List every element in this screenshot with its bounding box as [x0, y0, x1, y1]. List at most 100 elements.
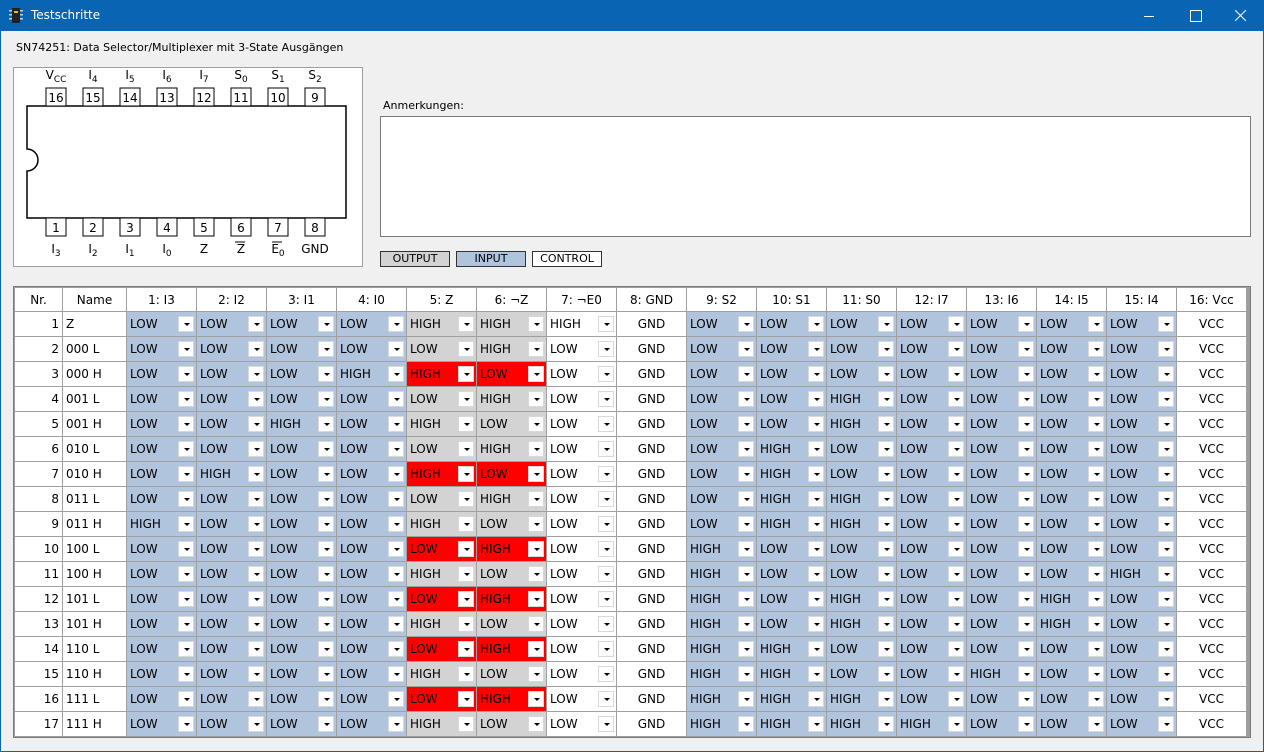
level-dropdown[interactable]: LOW [266, 711, 337, 737]
dropdown-arrow-icon[interactable] [878, 641, 894, 657]
level-dropdown[interactable]: LOW [966, 386, 1037, 412]
level-dropdown[interactable]: LOW [546, 661, 617, 687]
level-dropdown[interactable]: LOW [406, 336, 477, 362]
level-dropdown[interactable]: HIGH [406, 661, 477, 687]
level-dropdown[interactable]: HIGH [476, 536, 547, 562]
level-dropdown[interactable]: HIGH [266, 411, 337, 437]
level-dropdown[interactable]: HIGH [756, 436, 827, 462]
level-dropdown[interactable]: HIGH [686, 536, 757, 562]
row-name[interactable]: 000 L [62, 336, 127, 362]
dropdown-arrow-icon[interactable] [458, 441, 474, 457]
level-dropdown[interactable]: LOW [476, 361, 547, 387]
level-dropdown[interactable]: LOW [266, 536, 337, 562]
dropdown-arrow-icon[interactable] [948, 316, 964, 332]
dropdown-arrow-icon[interactable] [318, 691, 334, 707]
level-dropdown[interactable]: LOW [546, 511, 617, 537]
dropdown-arrow-icon[interactable] [808, 316, 824, 332]
level-dropdown[interactable]: LOW [896, 536, 967, 562]
level-dropdown[interactable]: LOW [1106, 661, 1177, 687]
dropdown-arrow-icon[interactable] [248, 491, 264, 507]
level-dropdown[interactable]: LOW [196, 611, 267, 637]
level-dropdown[interactable]: HIGH [1036, 611, 1107, 637]
dropdown-arrow-icon[interactable] [1158, 566, 1174, 582]
dropdown-arrow-icon[interactable] [1018, 491, 1034, 507]
dropdown-arrow-icon[interactable] [1088, 341, 1104, 357]
level-dropdown[interactable]: LOW [546, 586, 617, 612]
column-header[interactable]: Name [62, 287, 127, 312]
level-dropdown[interactable]: LOW [126, 486, 197, 512]
row-name[interactable]: 111 L [62, 686, 127, 712]
dropdown-arrow-icon[interactable] [948, 666, 964, 682]
column-header[interactable]: 5: Z [406, 287, 477, 312]
dropdown-arrow-icon[interactable] [248, 541, 264, 557]
level-dropdown[interactable]: LOW [336, 611, 407, 637]
level-dropdown[interactable]: LOW [1106, 586, 1177, 612]
dropdown-arrow-icon[interactable] [178, 391, 194, 407]
dropdown-arrow-icon[interactable] [318, 391, 334, 407]
dropdown-arrow-icon[interactable] [528, 641, 544, 657]
level-dropdown[interactable]: LOW [266, 686, 337, 712]
dropdown-arrow-icon[interactable] [388, 641, 404, 657]
level-dropdown[interactable]: HIGH [476, 336, 547, 362]
level-dropdown[interactable]: LOW [966, 611, 1037, 637]
dropdown-arrow-icon[interactable] [948, 441, 964, 457]
level-dropdown[interactable]: LOW [406, 686, 477, 712]
level-dropdown[interactable]: LOW [266, 436, 337, 462]
dropdown-arrow-icon[interactable] [248, 441, 264, 457]
dropdown-arrow-icon[interactable] [808, 541, 824, 557]
level-dropdown[interactable]: LOW [1106, 361, 1177, 387]
level-dropdown[interactable]: HIGH [826, 686, 897, 712]
level-dropdown[interactable]: LOW [1036, 386, 1107, 412]
column-header[interactable]: 7: ¬E0 [546, 287, 617, 312]
dropdown-arrow-icon[interactable] [528, 691, 544, 707]
dropdown-arrow-icon[interactable] [388, 466, 404, 482]
level-dropdown[interactable]: LOW [896, 511, 967, 537]
level-dropdown[interactable]: LOW [546, 486, 617, 512]
dropdown-arrow-icon[interactable] [808, 441, 824, 457]
dropdown-arrow-icon[interactable] [738, 441, 754, 457]
dropdown-arrow-icon[interactable] [1158, 491, 1174, 507]
dropdown-arrow-icon[interactable] [248, 341, 264, 357]
dropdown-arrow-icon[interactable] [178, 541, 194, 557]
level-dropdown[interactable]: LOW [336, 486, 407, 512]
dropdown-arrow-icon[interactable] [1018, 541, 1034, 557]
dropdown-arrow-icon[interactable] [528, 616, 544, 632]
column-header[interactable]: 14: I5 [1036, 287, 1107, 312]
minimize-button[interactable] [1126, 0, 1172, 31]
level-dropdown[interactable]: LOW [196, 386, 267, 412]
dropdown-arrow-icon[interactable] [948, 541, 964, 557]
level-dropdown[interactable]: LOW [196, 561, 267, 587]
dropdown-arrow-icon[interactable] [178, 316, 194, 332]
row-name[interactable]: 100 H [62, 561, 127, 587]
level-dropdown[interactable]: LOW [336, 686, 407, 712]
level-dropdown[interactable]: HIGH [686, 686, 757, 712]
row-name[interactable]: 011 L [62, 486, 127, 512]
level-dropdown[interactable]: HIGH [336, 361, 407, 387]
dropdown-arrow-icon[interactable] [948, 341, 964, 357]
level-dropdown[interactable]: LOW [896, 311, 967, 337]
dropdown-arrow-icon[interactable] [948, 641, 964, 657]
dropdown-arrow-icon[interactable] [878, 591, 894, 607]
level-dropdown[interactable]: HIGH [406, 611, 477, 637]
dropdown-arrow-icon[interactable] [388, 491, 404, 507]
column-header[interactable]: 16: Vcc [1176, 287, 1247, 312]
level-dropdown[interactable]: LOW [266, 386, 337, 412]
dropdown-arrow-icon[interactable] [388, 416, 404, 432]
level-dropdown[interactable]: HIGH [196, 461, 267, 487]
dropdown-arrow-icon[interactable] [738, 541, 754, 557]
level-dropdown[interactable]: HIGH [686, 636, 757, 662]
level-dropdown[interactable]: LOW [1106, 486, 1177, 512]
level-dropdown[interactable]: HIGH [966, 661, 1037, 687]
level-dropdown[interactable]: HIGH [686, 711, 757, 737]
dropdown-arrow-icon[interactable] [248, 666, 264, 682]
level-dropdown[interactable]: HIGH [406, 711, 477, 737]
level-dropdown[interactable]: LOW [686, 336, 757, 362]
dropdown-arrow-icon[interactable] [178, 616, 194, 632]
level-dropdown[interactable]: LOW [476, 561, 547, 587]
dropdown-arrow-icon[interactable] [1158, 366, 1174, 382]
row-name[interactable]: 110 H [62, 661, 127, 687]
level-dropdown[interactable]: LOW [1036, 336, 1107, 362]
level-dropdown[interactable]: LOW [126, 411, 197, 437]
maximize-button[interactable] [1172, 0, 1218, 31]
dropdown-arrow-icon[interactable] [1158, 416, 1174, 432]
